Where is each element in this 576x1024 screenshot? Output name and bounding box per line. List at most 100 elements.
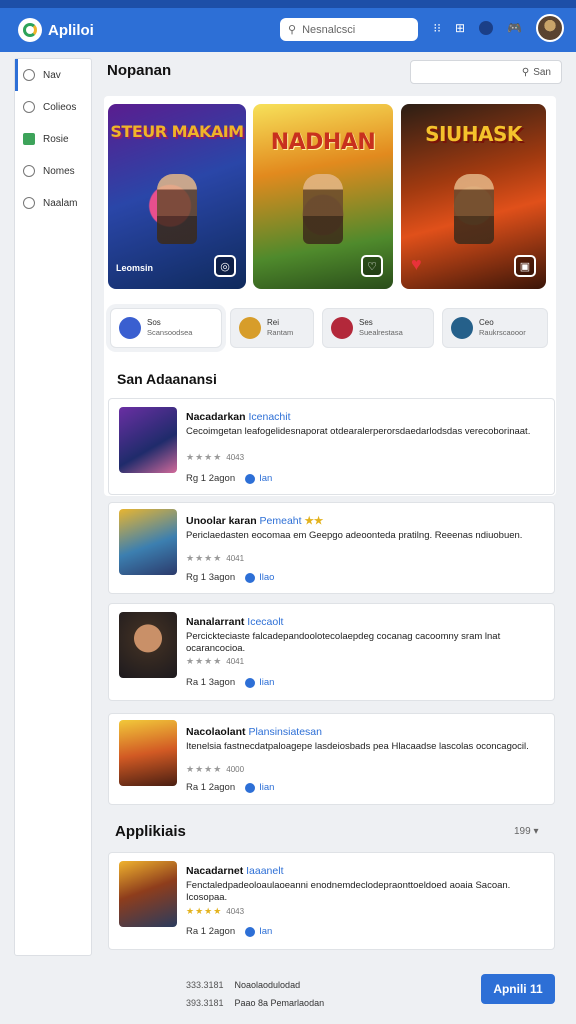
info-icon	[245, 926, 256, 937]
item-name: Nanalarrant	[186, 616, 245, 628]
controller-icon[interactable]: 🎮	[507, 21, 522, 35]
item-tag: Iaaanelt	[246, 865, 284, 877]
top-icons: ⁝⁝ ⊞ 🎮	[433, 14, 564, 42]
app-name: Apliloi	[48, 21, 94, 39]
item-tag: Plansinsiatesan	[248, 726, 322, 738]
list-item[interactable]: Nacadarkan Icenachit Cecoimgetan leafoge…	[108, 398, 555, 495]
category-chip[interactable]: Ceo Raukrscaooor	[442, 308, 548, 348]
apply-button[interactable]: Apnili 11	[481, 974, 555, 1004]
category-icon	[119, 317, 141, 339]
category-chip[interactable]: Sos Scansoodsea	[110, 308, 222, 348]
sidebar-item-label: Rosie	[43, 133, 69, 145]
category-chips: Sos Scansoodsea Rei Rantam Ses Suealrest…	[110, 308, 548, 348]
item-title: Nanalarrant Icecaolt	[186, 616, 283, 628]
collections-icon	[23, 101, 35, 113]
favorite-button[interactable]: ♡	[361, 255, 383, 277]
featured-banner[interactable]: STEUR MAKAIM Leomsin ◎	[108, 104, 246, 289]
sidebar-item-label: Colieos	[43, 101, 77, 113]
game-thumbnail	[119, 407, 177, 473]
rating-count: 4043	[226, 453, 245, 462]
item-action-button[interactable]: Iian	[245, 782, 274, 793]
item-description: Percickteciaste falcadepandoolotecolaepd…	[186, 631, 501, 654]
notifications-icon[interactable]: ⁝⁝	[433, 21, 441, 35]
avatar[interactable]	[536, 14, 564, 42]
banner-action-button[interactable]: ▣	[514, 255, 536, 277]
list-item[interactable]: Nanalarrant Icecaolt Percickteciaste fal…	[108, 603, 555, 701]
sidebar-item-label: Nav	[43, 69, 61, 81]
item-meta: Rg 1 2agon	[186, 473, 236, 484]
item-title: Nacadarkan Icenachit	[186, 411, 291, 423]
chip-subtitle: Scansoodsea	[147, 328, 193, 337]
applications-count: 199	[514, 826, 531, 837]
rating-stars: ★★★★	[186, 553, 223, 563]
featured-banner[interactable]: NADHAN ♡	[253, 104, 393, 289]
chip-title: Rei	[267, 318, 280, 327]
section-title: San Adaanansi	[117, 371, 217, 387]
sidebar-item-nav[interactable]: Nav	[15, 59, 91, 91]
item-title: Unoolar karan Pemeaht ★★	[186, 515, 323, 527]
sidebar-item-collections[interactable]: Colieos	[15, 91, 91, 123]
item-action-label: Iian	[259, 782, 275, 793]
item-tag: Icenachit	[248, 411, 291, 423]
rating-count: 4000	[226, 765, 245, 774]
item-action-button[interactable]: Iian	[245, 677, 274, 688]
item-tag: Icecaolt	[247, 616, 284, 628]
item-rating: ★★★★ 4000	[186, 764, 244, 775]
banner-title: STEUR MAKAIM	[110, 122, 244, 141]
app-logo[interactable]: Apliloi	[18, 18, 94, 42]
item-name: Nacolaolant	[186, 726, 246, 738]
item-footer: Ra 1 2agon Iian	[186, 782, 274, 793]
item-meta: Ra 1 3agon	[186, 677, 236, 688]
sidebar-item-naalam[interactable]: Naalam	[15, 187, 91, 219]
list-item[interactable]: Unoolar karan Pemeaht ★★ Periclaedasten …	[108, 502, 555, 594]
item-action-label: Iian	[259, 677, 275, 688]
header-search-input[interactable]: ⚲ Nesnalcsci	[280, 18, 418, 41]
footer-text: Paao 8a Pemarlaodan	[234, 998, 325, 1008]
item-rating: ★★★★ 4041	[186, 656, 244, 667]
category-icon	[239, 317, 261, 339]
chip-text: Ses Suealrestasa	[359, 318, 403, 338]
info-icon	[245, 782, 256, 793]
status-icon[interactable]	[479, 21, 494, 35]
chip-text: Rei Rantam	[267, 318, 293, 338]
featured-banner[interactable]: SIUHASK ♥ ▣	[401, 104, 546, 289]
rating-count: 4043	[226, 907, 245, 916]
main-search-placeholder: San	[533, 66, 551, 78]
sidebar-item-nomes[interactable]: Nomes	[15, 155, 91, 187]
category-chip[interactable]: Ses Suealrestasa	[322, 308, 434, 348]
info-icon	[245, 572, 256, 583]
item-action-label: Ian	[259, 926, 273, 937]
item-footer: Rg 1 2agon Ian	[186, 473, 272, 484]
footer-row: 333.3181 Noaolaodulodad	[186, 976, 324, 994]
item-action-button[interactable]: Ilao	[245, 572, 274, 583]
item-title: Nacadarnet Iaaanelt	[186, 865, 284, 877]
rating-count: 4041	[226, 554, 245, 563]
sidebar: Nav Colieos Rosie Nomes Naalam	[14, 58, 92, 956]
rating-stars: ★★★★	[186, 452, 223, 462]
item-action-button[interactable]: Ian	[245, 473, 272, 484]
chip-text: Sos Scansoodsea	[147, 318, 192, 338]
game-thumbnail	[119, 720, 177, 786]
rating-count: 4041	[226, 657, 245, 666]
chip-title: Ceo	[479, 318, 494, 327]
item-meta: Ra 1 2agon	[186, 926, 236, 937]
sidebar-item-rosie[interactable]: Rosie	[15, 123, 91, 155]
item-footer: Rg 1 3agon Ilao	[186, 572, 274, 583]
header-search-placeholder: Nesnalcsci	[302, 23, 356, 36]
list-item[interactable]: Nacolaolant Plansinsiatesan Itenelsia fa…	[108, 713, 555, 805]
grid-icon[interactable]: ⊞	[455, 21, 465, 35]
banner-action-button[interactable]: ◎	[214, 255, 236, 277]
item-name: Nacadarkan	[186, 411, 246, 423]
chip-title: Sos	[147, 318, 161, 327]
banner-title: SIUHASK	[425, 122, 522, 146]
top-bar: Apliloi ⚲ Nesnalcsci ⁝⁝ ⊞ 🎮	[0, 0, 576, 52]
item-description: Cecoimgetan leafogelidesnaporat otdearal…	[186, 426, 531, 437]
main-search-input[interactable]: ⚲ San	[410, 60, 562, 84]
applications-count-dropdown[interactable]: 199 ▾	[514, 826, 539, 837]
heart-icon[interactable]: ♥	[411, 254, 422, 275]
sidebar-item-label: Nomes	[43, 165, 75, 177]
chip-subtitle: Suealrestasa	[359, 328, 403, 337]
list-item[interactable]: Nacadarnet Iaaanelt Fenctaledpadeoloaula…	[108, 852, 555, 950]
category-chip[interactable]: Rei Rantam	[230, 308, 314, 348]
item-action-button[interactable]: Ian	[245, 926, 272, 937]
